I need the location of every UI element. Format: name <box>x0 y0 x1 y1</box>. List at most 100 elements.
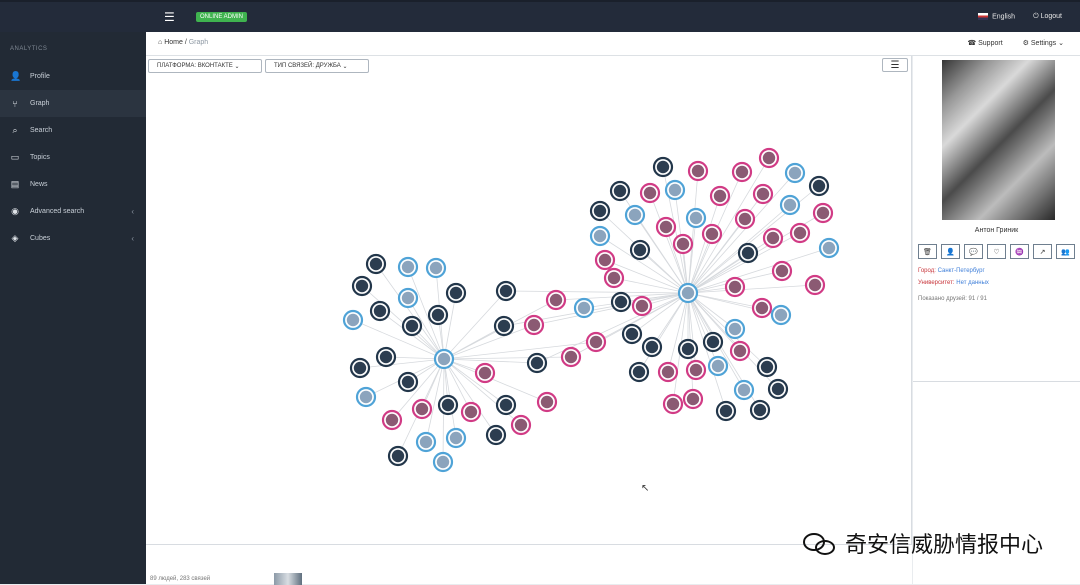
graph-node[interactable] <box>397 256 419 278</box>
sidebar-item-profile[interactable]: 👤 Profile <box>0 63 146 90</box>
graph-node[interactable] <box>433 348 455 370</box>
graph-node[interactable] <box>762 227 784 249</box>
heart-icon[interactable]: ♡ <box>987 244 1006 259</box>
sidebar-item-news[interactable]: ▤ News <box>0 171 146 198</box>
graph-node[interactable] <box>734 208 756 230</box>
graph-node[interactable] <box>495 394 517 416</box>
graph-node[interactable] <box>749 399 771 421</box>
graph-node[interactable] <box>737 242 759 264</box>
graph-node[interactable] <box>381 409 403 431</box>
graph-node[interactable] <box>589 200 611 222</box>
graph-node[interactable] <box>751 297 773 319</box>
sidebar-item-search[interactable]: ⌕ Search <box>0 117 146 144</box>
graph-node[interactable] <box>485 424 507 446</box>
graph-node[interactable] <box>474 362 496 384</box>
graph-node[interactable] <box>631 295 653 317</box>
graph-node[interactable] <box>709 185 731 207</box>
graph-node[interactable] <box>789 222 811 244</box>
graph-node[interactable] <box>767 378 789 400</box>
graph-node[interactable] <box>610 291 632 313</box>
logout-button[interactable]: ⏻ Logout <box>1033 13 1062 21</box>
graph-node[interactable] <box>460 401 482 423</box>
graph-node[interactable] <box>784 162 806 184</box>
graph-node[interactable] <box>655 216 677 238</box>
graph-node[interactable] <box>342 309 364 331</box>
graph-node[interactable] <box>731 161 753 183</box>
graph-node[interactable] <box>351 275 373 297</box>
graph-node[interactable] <box>629 239 651 261</box>
delete-icon[interactable]: 🗑 <box>918 244 937 259</box>
graph-node[interactable] <box>603 267 625 289</box>
graph-node[interactable] <box>724 276 746 298</box>
graph-node[interactable] <box>808 175 830 197</box>
graph-node[interactable] <box>758 147 780 169</box>
graph-node[interactable] <box>375 346 397 368</box>
graph-node[interactable] <box>415 431 437 453</box>
graph-node[interactable] <box>752 183 774 205</box>
graph-node[interactable] <box>437 394 459 416</box>
comment-icon[interactable]: 💬 <box>964 244 983 259</box>
hamburger-menu-icon[interactable]: ☰ <box>164 10 175 24</box>
graph-node[interactable] <box>369 300 391 322</box>
graph-node[interactable] <box>729 340 751 362</box>
twitter-icon[interactable]: ♒ <box>1010 244 1029 259</box>
graph-node[interactable] <box>715 400 737 422</box>
graph-node[interactable] <box>639 182 661 204</box>
graph-node[interactable] <box>425 257 447 279</box>
breadcrumb-home[interactable]: Home <box>164 39 183 46</box>
sidebar-item-advanced-search[interactable]: ◉ Advanced search ‹ <box>0 198 146 225</box>
graph-node[interactable] <box>493 315 515 337</box>
graph-node[interactable] <box>387 445 409 467</box>
graph-node[interactable] <box>628 361 650 383</box>
user-action-icon[interactable]: 👤 <box>941 244 960 259</box>
sidebar-item-graph[interactable]: ⑂ Graph <box>0 90 146 117</box>
graph-node[interactable] <box>355 386 377 408</box>
friends-icon[interactable]: 👥 <box>1056 244 1075 259</box>
graph-node[interactable] <box>702 331 724 353</box>
graph-node[interactable] <box>804 274 826 296</box>
network-graph[interactable] <box>146 56 912 544</box>
graph-node[interactable] <box>427 304 449 326</box>
graph-node[interactable] <box>677 282 699 304</box>
graph-node[interactable] <box>365 253 387 275</box>
graph-node[interactable] <box>687 160 709 182</box>
graph-node[interactable] <box>672 233 694 255</box>
graph-node[interactable] <box>445 427 467 449</box>
graph-node[interactable] <box>652 156 674 178</box>
graph-node[interactable] <box>771 260 793 282</box>
graph-node[interactable] <box>411 398 433 420</box>
graph-node[interactable] <box>545 289 567 311</box>
graph-node[interactable] <box>401 315 423 337</box>
graph-node[interactable] <box>621 323 643 345</box>
graph-node[interactable] <box>526 352 548 374</box>
graph-node[interactable] <box>662 393 684 415</box>
graph-node[interactable] <box>770 304 792 326</box>
graph-node[interactable] <box>624 204 646 226</box>
language-selector[interactable]: English <box>978 13 1015 21</box>
sidebar-item-topics[interactable]: ▭ Topics <box>0 144 146 171</box>
graph-node[interactable] <box>609 180 631 202</box>
graph-node[interactable] <box>682 388 704 410</box>
graph-node[interactable] <box>560 346 582 368</box>
graph-node[interactable] <box>707 355 729 377</box>
sidebar-item-cubes[interactable]: ◈ Cubes ‹ <box>0 225 146 252</box>
graph-node[interactable] <box>677 338 699 360</box>
expand-icon[interactable]: ↗ <box>1033 244 1052 259</box>
graph-node[interactable] <box>573 297 595 319</box>
graph-node[interactable] <box>536 391 558 413</box>
graph-node[interactable] <box>641 336 663 358</box>
graph-node[interactable] <box>685 359 707 381</box>
graph-node[interactable] <box>756 356 778 378</box>
graph-node[interactable] <box>445 282 467 304</box>
graph-node[interactable] <box>510 414 532 436</box>
settings-dropdown[interactable]: ⚙ Settings ⌄ <box>1023 39 1064 47</box>
graph-node[interactable] <box>589 225 611 247</box>
graph-node[interactable] <box>733 379 755 401</box>
support-link[interactable]: ☎ Support <box>967 39 1002 47</box>
graph-node[interactable] <box>349 357 371 379</box>
graph-node[interactable] <box>812 202 834 224</box>
graph-node[interactable] <box>701 223 723 245</box>
graph-node[interactable] <box>685 207 707 229</box>
graph-node[interactable] <box>523 314 545 336</box>
graph-node[interactable] <box>657 361 679 383</box>
